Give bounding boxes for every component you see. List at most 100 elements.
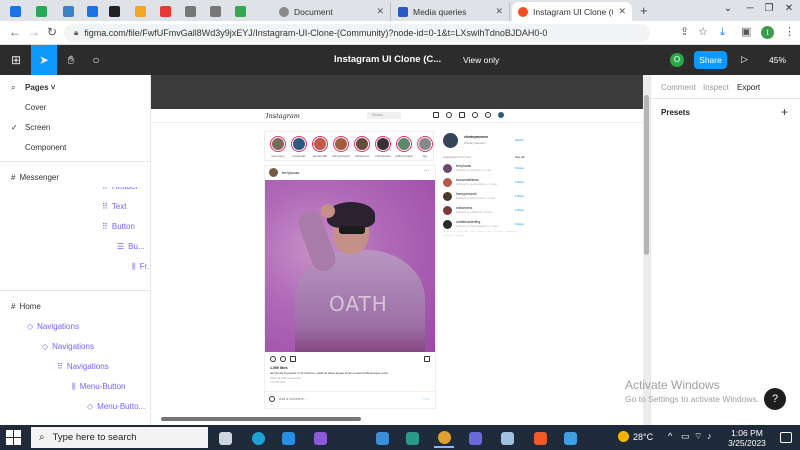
layer-button[interactable]: ⠿ Button — [102, 222, 135, 231]
me-avatar[interactable] — [443, 133, 458, 148]
vertical-scrollbar[interactable] — [643, 75, 650, 425]
pinned-tab[interactable] — [179, 3, 201, 19]
follow-button[interactable]: Follow — [515, 166, 524, 170]
close-tab-icon[interactable]: ✕ — [618, 6, 626, 17]
hand-tool-icon[interactable]: ✋︎ — [58, 45, 84, 75]
pinned-tab[interactable] — [204, 3, 226, 19]
story-item[interactable]: dey — [416, 136, 434, 158]
move-tool-icon[interactable]: ➤ — [31, 45, 57, 75]
page-screen[interactable]: Screen — [25, 123, 50, 132]
taskbar-app-notepad[interactable] — [497, 428, 517, 448]
maximize-icon[interactable]: ❐ — [759, 3, 779, 14]
design-canvas[interactable]: Instagram Search your story terrylucas lau… — [151, 75, 650, 425]
follow-button[interactable]: Follow — [515, 180, 524, 184]
switch-account-link[interactable]: Switch — [515, 138, 524, 142]
minimize-icon[interactable]: ─ — [740, 3, 760, 14]
story-item[interactable]: your story — [269, 136, 287, 158]
user-avatar[interactable]: O — [670, 53, 684, 67]
pinned-tab[interactable] — [229, 3, 251, 19]
layer-messenger[interactable]: # Messenger — [11, 173, 59, 182]
suggestion-avatar[interactable] — [443, 192, 452, 201]
view-comments-link[interactable]: View all 100 comments — [270, 376, 301, 380]
taskbar-clock[interactable]: 1:06 PM 3/25/2023 — [722, 428, 772, 448]
messenger-icon[interactable] — [446, 112, 452, 118]
present-play-icon[interactable]: ▷ — [741, 54, 748, 65]
page-component[interactable]: Component — [25, 143, 66, 152]
explore-icon[interactable] — [472, 112, 478, 118]
story-item[interactable]: jeffreyzuniga — [395, 136, 413, 158]
layer-bu[interactable]: ☰ Bu... — [117, 242, 145, 251]
taskbar-app-edge[interactable] — [248, 428, 268, 448]
tab-media-queries[interactable]: Media queries ✕ — [392, 2, 510, 21]
layer-navigations[interactable]: ⠿ Navigations — [57, 362, 109, 371]
ig-profile-avatar[interactable] — [498, 112, 504, 118]
pinned-tab[interactable] — [57, 3, 79, 19]
pinned-tab[interactable] — [103, 3, 125, 19]
layer-fr[interactable]: ⫼Fr... — [132, 262, 150, 272]
suggestion-username[interactable]: harryprescott — [456, 192, 476, 196]
tab-comment[interactable]: Comment — [661, 83, 696, 92]
share-icon[interactable] — [290, 356, 296, 362]
layer-header[interactable]: ⠿ Header — [102, 187, 138, 191]
bookmark-star-icon[interactable]: ☆ — [698, 26, 708, 39]
like-heart-icon[interactable] — [270, 356, 276, 362]
share-page-icon[interactable]: ⇪ — [680, 26, 689, 39]
suggestion-username[interactable]: terrylucas — [456, 164, 471, 168]
back-icon[interactable]: ← — [9, 26, 21, 39]
page-cover[interactable]: Cover — [25, 103, 46, 112]
suggestion-username[interactable]: lauramatthews — [456, 178, 479, 182]
emoji-icon[interactable] — [269, 396, 275, 402]
post-username[interactable]: terrylucas — [282, 170, 299, 175]
close-tab-icon[interactable]: ✕ — [495, 6, 503, 17]
comment-tool-icon[interactable]: ○ — [83, 45, 109, 75]
volume-icon[interactable]: ♪ — [707, 431, 712, 441]
story-item[interactable]: harryprescott — [332, 136, 350, 158]
taskbar-app-task-view[interactable] — [215, 428, 235, 448]
weather-widget[interactable]: 28°C — [618, 431, 653, 442]
file-title[interactable]: Instagram UI Clone (C... — [334, 54, 441, 65]
instagram-frame[interactable]: Instagram Search your story terrylucas lau… — [151, 109, 643, 425]
main-menu-icon[interactable]: ⊞ — [3, 45, 29, 75]
taskbar-app-visual-studio[interactable] — [310, 428, 330, 448]
taskbar-app-photos[interactable] — [402, 428, 422, 448]
layer-menu-button-child[interactable]: ◇ Menu-Butto... — [87, 402, 145, 411]
story-item[interactable]: terrylucas — [290, 136, 308, 158]
pinned-tab[interactable] — [129, 3, 151, 19]
pinned-tab[interactable] — [4, 3, 26, 19]
taskbar-app-vscode[interactable] — [278, 428, 298, 448]
taskbar-app-photos-viewer[interactable] — [560, 428, 580, 448]
zoom-level[interactable]: 45% — [769, 55, 786, 65]
story-item[interactable]: edhamens — [353, 136, 371, 158]
layer-navigations[interactable]: ◇ Navigations — [27, 322, 79, 331]
taskbar-app-brave[interactable] — [530, 428, 550, 448]
suggestion-username[interactable]: edhamens — [456, 206, 472, 210]
wifi-icon[interactable]: ⌔ — [694, 431, 702, 442]
profile-avatar[interactable]: t — [761, 26, 774, 39]
heart-icon[interactable] — [485, 112, 491, 118]
share-button[interactable]: Share — [694, 51, 727, 69]
tab-instagram-clone[interactable]: Instagram UI Clone (Con ✕ — [512, 2, 632, 21]
help-button[interactable]: ? — [764, 388, 786, 410]
suggestion-avatar[interactable] — [443, 206, 452, 215]
more-icon[interactable]: ··· — [424, 168, 429, 174]
add-comment-input[interactable]: Add a comment... — [279, 397, 306, 401]
search-pages-icon[interactable]: ⌕ — [11, 83, 15, 93]
side-panel-icon[interactable]: ▣ — [741, 26, 751, 39]
scroll-thumb[interactable] — [644, 95, 649, 255]
url-field[interactable]: 🔒︎ figma.com/file/FwfUFmvGall8Wd3y9jxEYJ… — [64, 24, 650, 42]
see-all-link[interactable]: See All — [515, 155, 524, 159]
tab-document[interactable]: Document ✕ — [273, 2, 391, 21]
taskbar-search[interactable]: ⌕ Type here to search — [31, 427, 208, 448]
taskbar-app-teams[interactable] — [465, 428, 485, 448]
kebab-menu-icon[interactable]: ⋮ — [784, 26, 795, 39]
story-item[interactable]: lauramatth — [311, 136, 329, 158]
close-window-icon[interactable]: ✕ — [779, 3, 799, 14]
reload-icon[interactable]: ↻ — [47, 26, 57, 39]
me-username[interactable]: zhinteymemes — [464, 135, 488, 139]
follow-button[interactable]: Follow — [515, 194, 524, 198]
tray-chevron-icon[interactable]: ^ — [668, 431, 672, 441]
pinned-tab[interactable] — [30, 3, 52, 19]
suggestion-avatar[interactable] — [443, 178, 452, 187]
story-item[interactable]: christinaste — [374, 136, 392, 158]
layer-menu-button[interactable]: ⫼ Menu-Button — [72, 382, 126, 392]
